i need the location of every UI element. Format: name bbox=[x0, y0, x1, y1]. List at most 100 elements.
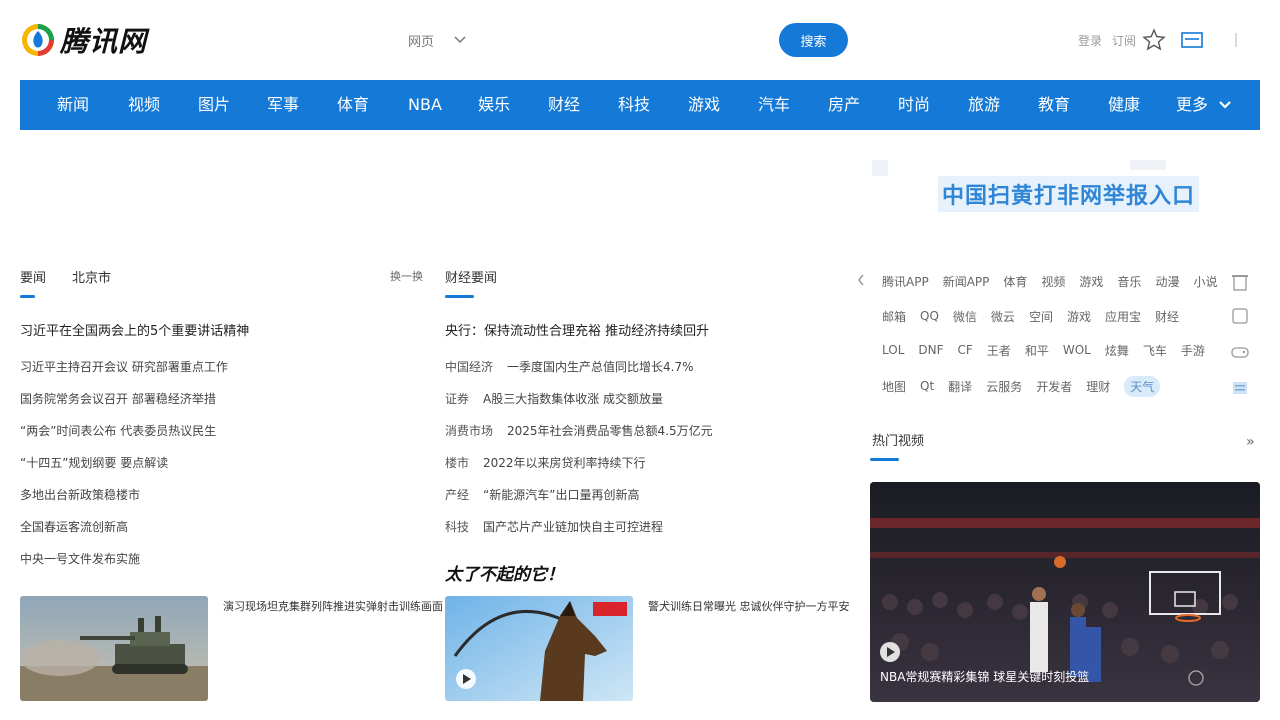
box-icon[interactable] bbox=[1230, 306, 1250, 326]
nav-item[interactable]: 时尚 bbox=[894, 80, 934, 130]
app-link[interactable]: 地图 bbox=[882, 378, 906, 395]
apps-row: 邮箱 QQ 微信 微云 空间 游戏 应用宝 财经 bbox=[882, 306, 1179, 326]
news-item[interactable]: 证券 A股三大指数集体收涨 成交额放量 bbox=[445, 390, 663, 407]
login-link[interactable]: 登录 bbox=[1078, 28, 1102, 52]
app-link[interactable]: 音乐 bbox=[1117, 273, 1141, 290]
app-link[interactable]: 王者 bbox=[987, 342, 1011, 359]
app-link[interactable]: DNF bbox=[918, 343, 943, 357]
nav-item[interactable]: 体育 bbox=[333, 80, 373, 130]
tab-underline bbox=[445, 295, 474, 298]
tab-news[interactable]: 要闻 bbox=[20, 267, 46, 286]
nav-item[interactable]: 娱乐 bbox=[474, 80, 514, 130]
logo-mark-icon bbox=[20, 22, 56, 58]
banner-decoration bbox=[1130, 160, 1166, 170]
app-link[interactable]: Qt bbox=[920, 379, 934, 393]
nav-item[interactable]: 教育 bbox=[1034, 80, 1074, 130]
app-link[interactable]: 小说 bbox=[1193, 273, 1217, 290]
news-item[interactable]: 产经 “新能源汽车”出口量再创新高 bbox=[445, 486, 639, 503]
banner-text[interactable]: 中国扫黄打非网举报入口 bbox=[938, 176, 1200, 212]
app-link[interactable]: LOL bbox=[882, 343, 904, 357]
news-item[interactable]: 全国春运客流创新高 bbox=[20, 518, 128, 535]
app-link[interactable]: 体育 bbox=[1003, 273, 1027, 290]
app-link[interactable]: 开发者 bbox=[1036, 378, 1072, 395]
news-item[interactable]: 中央一号文件发布实施 bbox=[20, 550, 140, 567]
gamepad-icon[interactable] bbox=[1230, 342, 1250, 362]
app-link[interactable]: WOL bbox=[1063, 343, 1091, 357]
video-caption[interactable]: NBA常规赛精彩集锦 球星关键时刻投篮 bbox=[880, 668, 1089, 685]
tab-local[interactable]: 北京市 bbox=[72, 267, 111, 286]
app-link[interactable]: 手游 bbox=[1181, 342, 1205, 359]
app-link[interactable]: 游戏 bbox=[1067, 308, 1091, 325]
news-item[interactable]: 中国经济 一季度国内生产总值同比增长4.7% bbox=[445, 358, 694, 375]
app-link[interactable]: 和平 bbox=[1025, 342, 1049, 359]
nav-item[interactable]: 旅游 bbox=[964, 80, 1004, 130]
tab-underline bbox=[20, 295, 35, 298]
app-link[interactable]: 视频 bbox=[1041, 273, 1065, 290]
subscribe-link[interactable]: 订阅 bbox=[1112, 28, 1136, 52]
chevron-left-icon[interactable] bbox=[856, 272, 866, 292]
news-item[interactable]: “十四五”规划纲要 要点解读 bbox=[20, 454, 168, 471]
headline[interactable]: 习近平在全国两会上的5个重要讲话精神 bbox=[20, 320, 249, 339]
news-item[interactable]: 习近平主持召开会议 研究部署重点工作 bbox=[20, 358, 228, 375]
thumbnail-caption[interactable]: 警犬训练日常曝光 忠诚伙伴守护一方平安 bbox=[648, 598, 850, 614]
search-scope-select[interactable]: 网页 bbox=[408, 30, 466, 50]
app-link[interactable]: 空间 bbox=[1029, 308, 1053, 325]
dog-video-thumbnail[interactable] bbox=[445, 596, 633, 701]
app-link-highlight[interactable]: 天气 bbox=[1124, 375, 1161, 397]
nav-item[interactable]: 游戏 bbox=[684, 80, 724, 130]
app-link[interactable]: 新闻APP bbox=[943, 273, 990, 290]
app-link[interactable]: 应用宝 bbox=[1105, 308, 1141, 325]
nav-item-more[interactable]: 更多 bbox=[1172, 80, 1212, 130]
app-link[interactable]: 翻译 bbox=[948, 378, 972, 395]
nav-item[interactable]: 健康 bbox=[1104, 80, 1144, 130]
chevron-down-icon[interactable] bbox=[1216, 96, 1234, 114]
app-link[interactable]: 游戏 bbox=[1079, 273, 1103, 290]
app-link[interactable]: 动漫 bbox=[1155, 273, 1179, 290]
news-item[interactable]: 楼市 2022年以来房贷利率持续下行 bbox=[445, 454, 646, 471]
app-link[interactable]: 财经 bbox=[1155, 308, 1179, 325]
main-nav: 新闻 视频 图片 军事 体育 NBA 娱乐 财经 科技 游戏 汽车 房产 时尚 … bbox=[20, 80, 1260, 130]
nav-item[interactable]: 科技 bbox=[614, 80, 654, 130]
nav-item[interactable]: 图片 bbox=[194, 80, 234, 130]
more-link[interactable]: » bbox=[1246, 434, 1255, 450]
nav-item[interactable]: 新闻 bbox=[53, 80, 93, 130]
menu-icon[interactable] bbox=[1232, 28, 1240, 52]
tab-finance[interactable]: 财经要闻 bbox=[445, 267, 497, 286]
news-item[interactable]: 消费市场 2025年社会消费品零售总额4.5万亿元 bbox=[445, 422, 713, 439]
app-link[interactable]: QQ bbox=[920, 309, 939, 323]
star-icon[interactable] bbox=[1142, 28, 1166, 52]
nav-item[interactable]: 财经 bbox=[544, 80, 584, 130]
nav-item[interactable]: 房产 bbox=[824, 80, 864, 130]
nav-item[interactable]: 汽车 bbox=[754, 80, 794, 130]
tencent-logo[interactable]: 腾讯网 bbox=[20, 20, 147, 60]
app-link[interactable]: 微信 bbox=[953, 308, 977, 325]
tab-underline bbox=[870, 458, 899, 461]
trash-icon[interactable] bbox=[1230, 272, 1250, 292]
hot-videos-title[interactable]: 热门视频 bbox=[872, 430, 924, 449]
app-link[interactable]: 微云 bbox=[991, 308, 1015, 325]
mail-icon[interactable] bbox=[1181, 28, 1203, 52]
search-button[interactable]: 搜索 bbox=[779, 23, 848, 57]
app-link[interactable]: 邮箱 bbox=[882, 308, 906, 325]
promo-title[interactable]: 太了不起的它！ bbox=[445, 560, 564, 585]
news-item[interactable]: 科技 国产芯片产业链加快自主可控进程 bbox=[445, 518, 663, 535]
app-link[interactable]: 腾讯APP bbox=[882, 273, 929, 290]
list-icon[interactable] bbox=[1230, 378, 1250, 398]
news-item[interactable]: 国务院常务会议召开 部署稳经济举措 bbox=[20, 390, 216, 407]
thumbnail-caption[interactable]: 演习现场坦克集群列阵推进实弹射击训练画面 bbox=[223, 598, 443, 614]
app-link[interactable]: 理财 bbox=[1086, 378, 1110, 395]
headline[interactable]: 央行：保持流动性合理充裕 推动经济持续回升 bbox=[445, 320, 709, 339]
news-item[interactable]: “两会”时间表公布 代表委员热议民生 bbox=[20, 422, 216, 439]
nav-item[interactable]: 视频 bbox=[124, 80, 164, 130]
news-item[interactable]: 多地出台新政策稳楼市 bbox=[20, 486, 140, 503]
nav-item[interactable]: 军事 bbox=[263, 80, 303, 130]
nav-item-nba[interactable]: NBA bbox=[403, 80, 447, 130]
tank-thumbnail[interactable] bbox=[20, 596, 208, 701]
apps-row: 腾讯APP 新闻APP 体育 视频 游戏 音乐 动漫 小说 bbox=[882, 271, 1217, 291]
logo-text: 腾讯网 bbox=[60, 25, 148, 58]
app-link[interactable]: 飞车 bbox=[1143, 342, 1167, 359]
app-link[interactable]: 云服务 bbox=[986, 378, 1022, 395]
refresh-link[interactable]: 换一换 bbox=[390, 268, 423, 284]
app-link[interactable]: CF bbox=[958, 343, 973, 357]
app-link[interactable]: 炫舞 bbox=[1105, 342, 1129, 359]
